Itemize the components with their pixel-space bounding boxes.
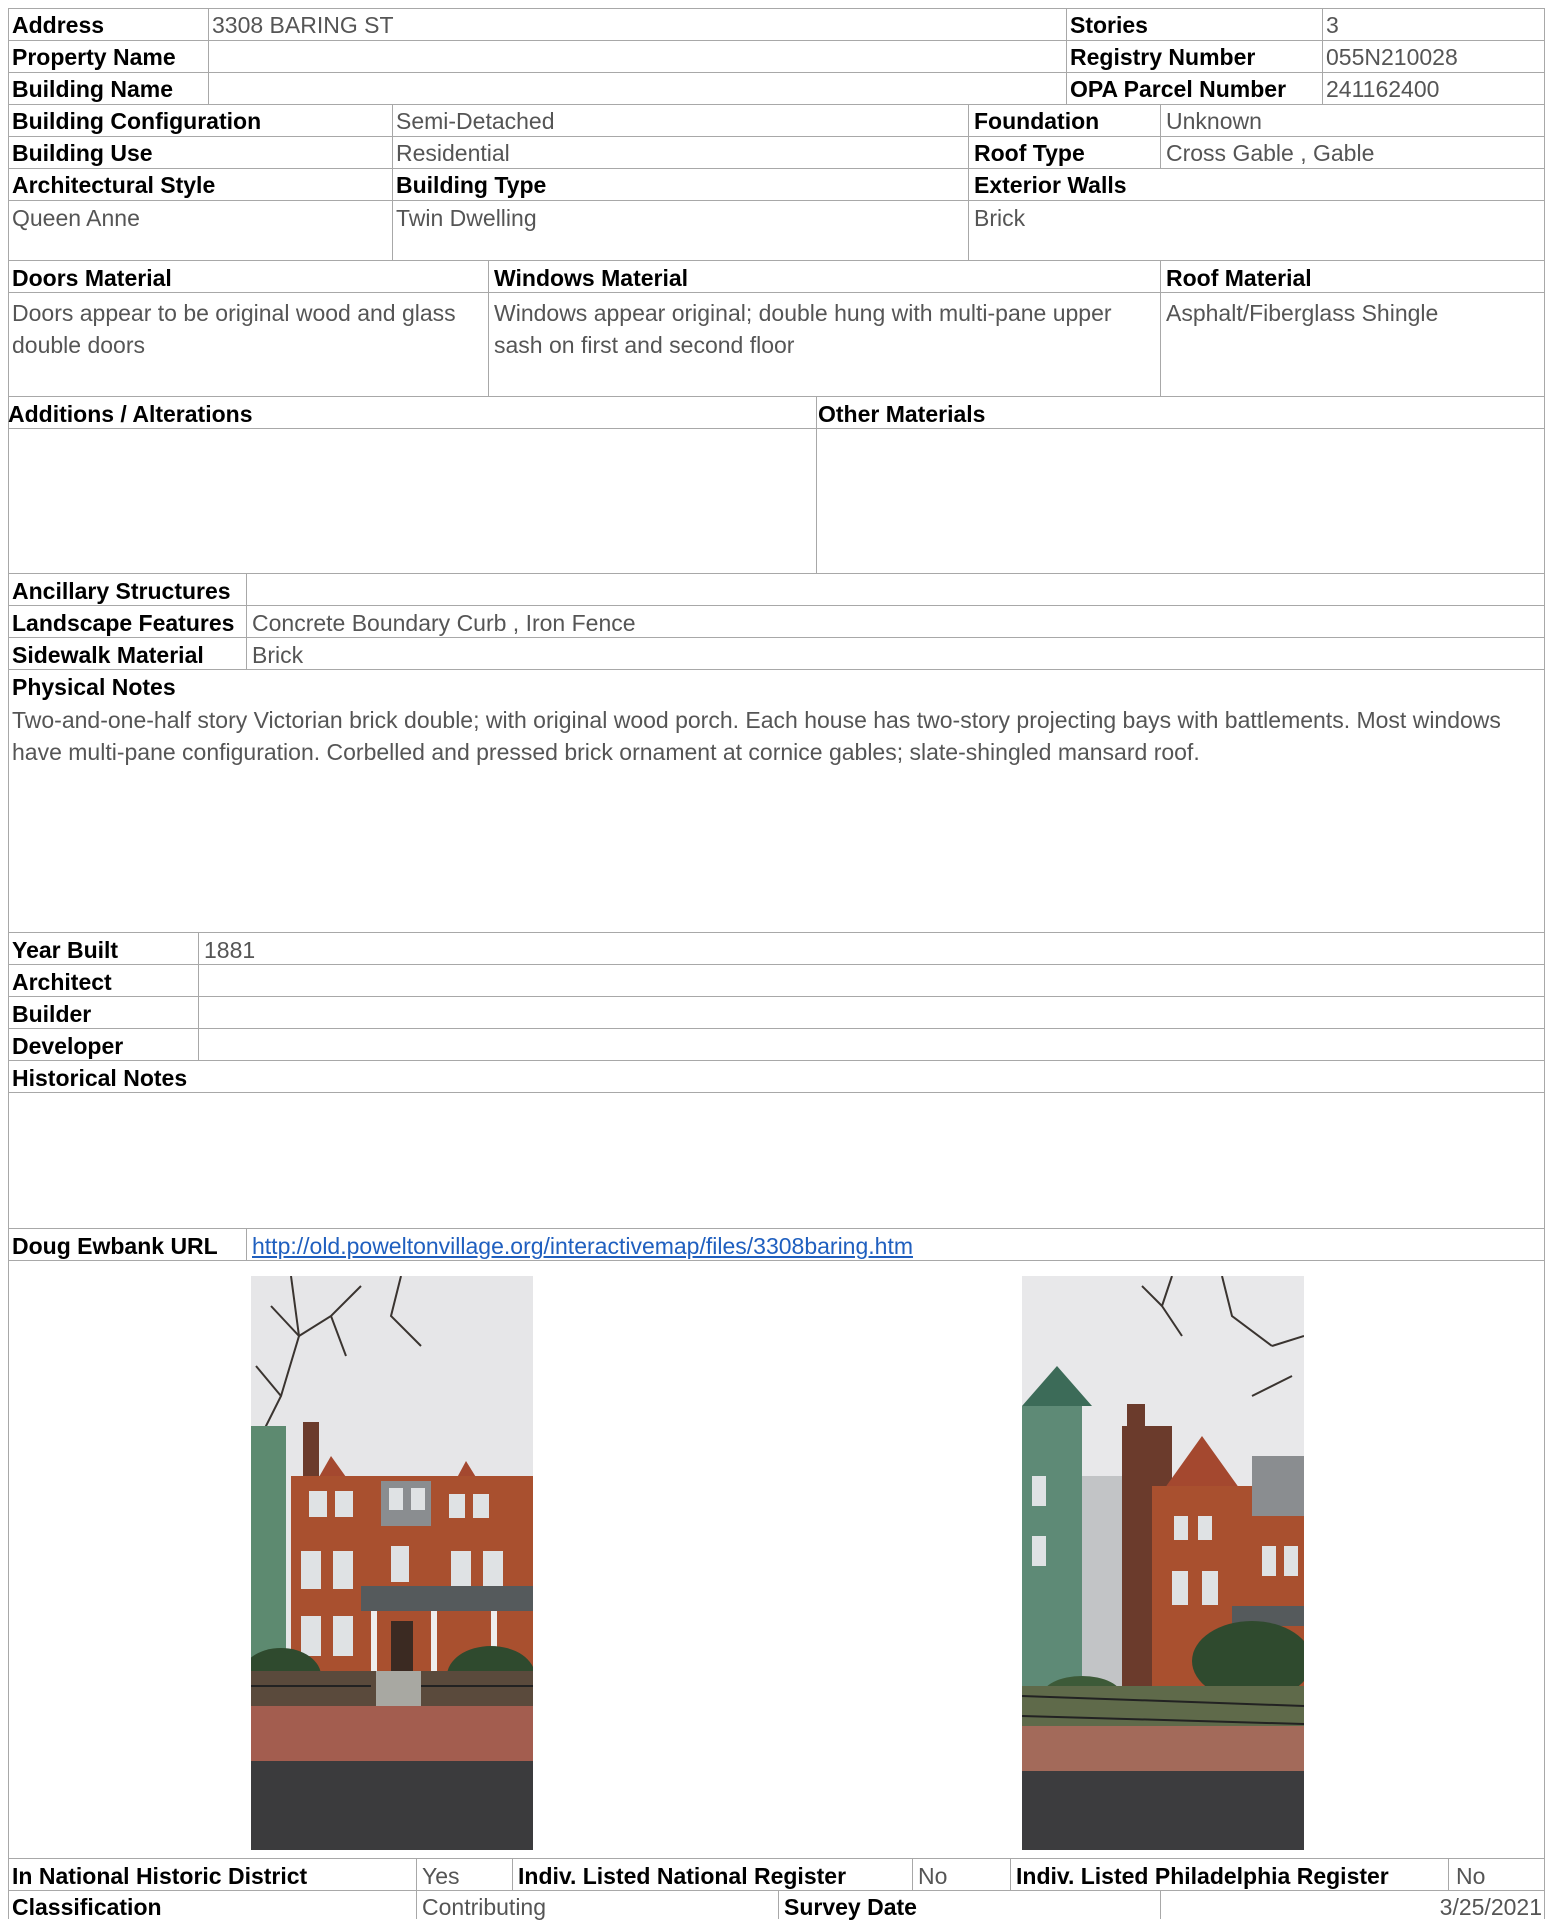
building-configuration-label: Building Configuration (12, 108, 262, 134)
doug-ewbank-url-label: Doug Ewbank URL (12, 1233, 218, 1259)
opa-parcel-label: OPA Parcel Number (1070, 76, 1287, 102)
additions-alterations-label: Additions / Alterations (8, 401, 253, 427)
national-register-value: No (918, 1863, 948, 1889)
registry-number-value: 055N210028 (1326, 44, 1458, 70)
roof-material-value: Asphalt/Fiberglass Shingle (1166, 300, 1439, 326)
sidewalk-material-value: Brick (252, 642, 304, 668)
property-name-label: Property Name (12, 44, 176, 70)
building-name-label: Building Name (12, 76, 174, 102)
foundation-label: Foundation (974, 108, 1100, 134)
builder-label: Builder (12, 1001, 92, 1027)
exterior-walls-label: Exterior Walls (974, 172, 1127, 198)
classification-value: Contributing (422, 1894, 547, 1920)
landscape-features-value: Concrete Boundary Curb , Iron Fence (252, 610, 636, 636)
national-historic-district-label: In National Historic District (12, 1863, 308, 1889)
survey-date-label: Survey Date (784, 1894, 917, 1920)
sidewalk-material-label: Sidewalk Material (12, 642, 204, 668)
stories-value: 3 (1326, 12, 1339, 38)
address-label: Address (12, 12, 105, 38)
windows-material-value: Windows appear original; double hung wit… (494, 300, 1112, 358)
building-use-label: Building Use (12, 140, 153, 166)
developer-label: Developer (12, 1033, 124, 1059)
national-historic-district-value: Yes (422, 1863, 460, 1889)
survey-date-value: 3/25/2021 (1439, 1894, 1542, 1920)
building-configuration-value: Semi-Detached (396, 108, 555, 134)
doors-material-value: Doors appear to be original wood and gla… (12, 300, 456, 358)
house-photo-front (251, 1276, 533, 1850)
philadelphia-register-label: Indiv. Listed Philadelphia Register (1016, 1863, 1389, 1889)
house-photo-side (1022, 1276, 1304, 1850)
building-use-value: Residential (396, 140, 510, 166)
doug-ewbank-url-link[interactable]: http://old.poweltonvillage.org/interacti… (252, 1231, 913, 1261)
year-built-label: Year Built (12, 937, 119, 963)
foundation-value: Unknown (1166, 108, 1262, 134)
stories-label: Stories (1070, 12, 1148, 38)
exterior-walls-value: Brick (974, 205, 1026, 231)
architect-label: Architect (12, 969, 112, 995)
physical-notes-label: Physical Notes (12, 674, 176, 700)
year-built-value: 1881 (204, 937, 256, 963)
ancillary-structures-label: Ancillary Structures (12, 578, 231, 604)
philadelphia-register-value: No (1456, 1863, 1486, 1889)
building-type-label: Building Type (396, 172, 547, 198)
doors-material-label: Doors Material (12, 265, 172, 291)
other-materials-label: Other Materials (818, 401, 986, 427)
architectural-style-label: Architectural Style (12, 172, 216, 198)
roof-type-label: Roof Type (974, 140, 1085, 166)
classification-label: Classification (12, 1894, 162, 1920)
building-type-value: Twin Dwelling (396, 205, 537, 231)
roof-type-value: Cross Gable , Gable (1166, 140, 1375, 166)
registry-number-label: Registry Number (1070, 44, 1256, 70)
landscape-features-label: Landscape Features (12, 610, 235, 636)
opa-parcel-value: 241162400 (1326, 76, 1440, 102)
address-value: 3308 BARING ST (212, 12, 394, 38)
roof-material-label: Roof Material (1166, 265, 1312, 291)
windows-material-label: Windows Material (494, 265, 689, 291)
architectural-style-value: Queen Anne (12, 205, 140, 231)
national-register-label: Indiv. Listed National Register (518, 1863, 847, 1889)
physical-notes-value: Two-and-one-half story Victorian brick d… (12, 707, 1501, 765)
historical-notes-label: Historical Notes (12, 1065, 188, 1091)
